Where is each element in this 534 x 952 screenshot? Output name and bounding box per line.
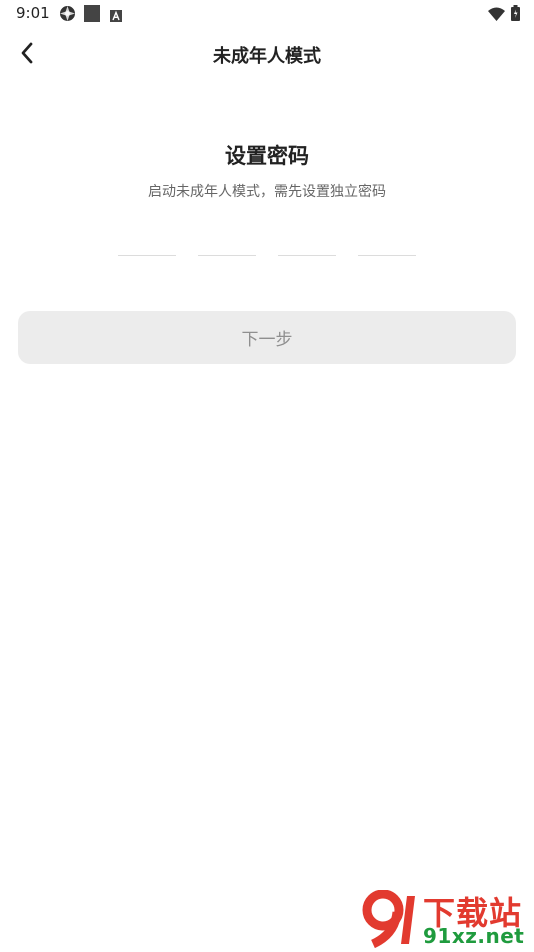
pin-slot[interactable] bbox=[198, 226, 256, 256]
aperture-icon bbox=[59, 5, 76, 26]
status-bar: 9:01 bbox=[0, 0, 534, 28]
pin-slot[interactable] bbox=[118, 226, 176, 256]
next-step-button[interactable]: 下一步 bbox=[18, 311, 516, 364]
pin-slot[interactable] bbox=[358, 226, 416, 256]
watermark-logo-icon bbox=[361, 889, 419, 952]
set-password-subtitle: 启动未成年人模式，需先设置独立密码 bbox=[148, 184, 386, 200]
status-right-icons bbox=[488, 5, 520, 25]
watermark-url: 91xz.net bbox=[423, 924, 525, 948]
battery-icon bbox=[511, 5, 520, 25]
font-icon bbox=[110, 7, 122, 26]
nav-bar: 未成年人模式 bbox=[0, 28, 534, 80]
wifi-icon bbox=[488, 6, 505, 25]
set-password-heading: 设置密码 bbox=[225, 144, 309, 168]
pin-slot[interactable] bbox=[278, 226, 336, 256]
watermark: 下载站 91xz.net bbox=[355, 888, 530, 950]
pin-input-row bbox=[118, 226, 416, 256]
square-icon bbox=[84, 5, 100, 26]
status-time: 9:01 bbox=[16, 4, 50, 22]
page-title: 未成年人模式 bbox=[213, 46, 321, 67]
